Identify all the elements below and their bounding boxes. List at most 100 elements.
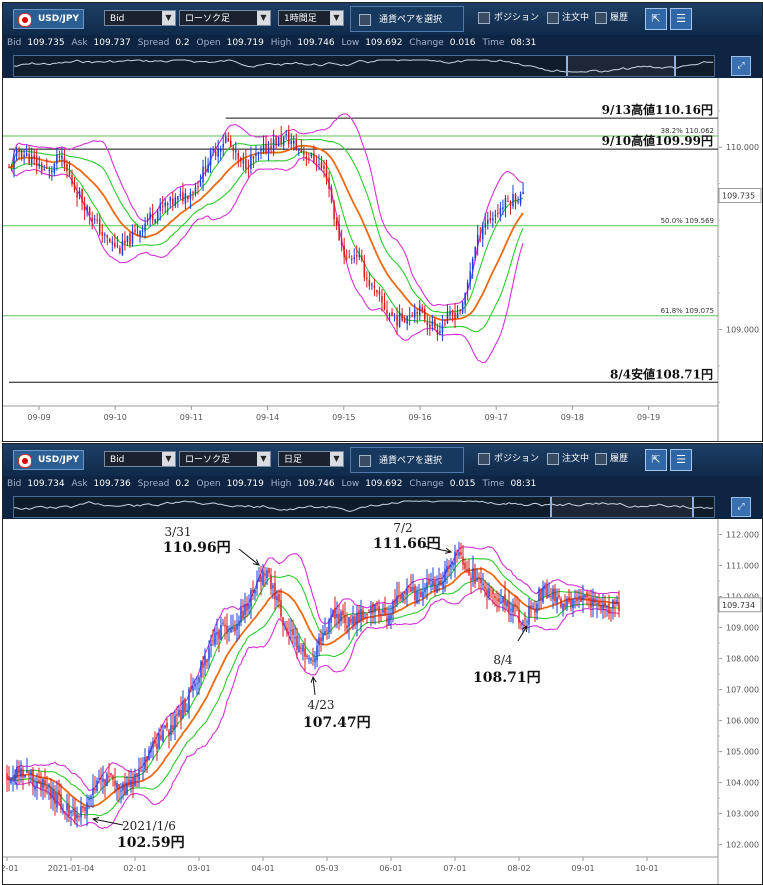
time-tick-label: 09-17 [485, 413, 508, 422]
ask-label: Ask [71, 479, 88, 489]
candle-body [566, 599, 568, 607]
candle-body [242, 610, 244, 618]
chart-type-select[interactable]: ローソク足 ▼ [179, 451, 271, 467]
candle-body [330, 188, 333, 203]
daily-candlestick-chart[interactable]: 112.000111.000110.000109.000108.000107.0… [3, 519, 762, 884]
timeframe-select[interactable]: 日足 ▼ [278, 451, 344, 467]
select-pair-button[interactable]: 通貨ペアを選択 [350, 6, 464, 32]
candle-body [560, 598, 562, 608]
history-checkbox[interactable] [595, 453, 607, 465]
time-tick-label: 2021-01-04 [48, 864, 95, 873]
hourly-chart-area[interactable]: 110.000 109.000 09-09 09-10 09-11 09-14 09-15 0… [3, 78, 762, 441]
candle-body [230, 627, 232, 633]
candle-body [550, 596, 552, 598]
candle-body [461, 302, 464, 313]
candle-body [196, 683, 198, 685]
navigator-track[interactable] [13, 496, 715, 518]
candle-body [56, 793, 58, 808]
candle-body [466, 568, 468, 570]
candle-body [518, 609, 520, 623]
candle-body [226, 625, 228, 634]
price-tick-label: 103.000 [726, 810, 759, 819]
price-type-select[interactable]: Bid ▼ [104, 451, 176, 467]
candle-body [252, 589, 254, 593]
candle-body [374, 604, 376, 612]
candle-body [490, 586, 492, 588]
candle-body [488, 588, 490, 597]
order-checkbox[interactable] [547, 453, 559, 465]
candle-body [140, 770, 142, 772]
candle-body [170, 724, 172, 736]
change-label: Change [409, 479, 444, 489]
candle-body [207, 164, 209, 173]
chart-type-select[interactable]: ローソク足 ▼ [179, 10, 271, 26]
chart-settings-icon[interactable]: ☰ [670, 8, 692, 30]
candle-body [428, 579, 430, 585]
history-label: 履歴 [610, 13, 629, 23]
candle-body [218, 630, 220, 640]
candle-body [592, 598, 594, 607]
candle-body [116, 782, 118, 789]
chart-export-icon[interactable]: ⇱ [645, 8, 667, 30]
order-checkbox[interactable] [547, 12, 559, 24]
navigator-thumb[interactable] [566, 56, 676, 76]
candle-body [568, 596, 570, 603]
chart-settings-icon[interactable]: ☰ [670, 449, 692, 471]
zoom-reset-icon[interactable]: ⤢ [731, 56, 751, 76]
candle-body [255, 153, 257, 157]
candle-body [594, 598, 596, 603]
price-type-select[interactable]: Bid ▼ [104, 10, 176, 26]
select-pair-button[interactable]: 通貨ペアを選択 [350, 447, 464, 473]
navigator-thumb[interactable] [550, 497, 694, 517]
timeframe-select[interactable]: 1時間足 ▼ [278, 10, 344, 26]
candle-body [444, 568, 446, 583]
annotation-date: 3/31 [165, 525, 192, 539]
candle-body [343, 245, 345, 257]
candle-body [56, 154, 58, 164]
candle-body [364, 617, 366, 619]
candle-body [383, 302, 386, 310]
candle-body [348, 617, 350, 627]
position-checkbox[interactable] [478, 12, 490, 24]
candle-body [522, 192, 524, 195]
time-label: Time [482, 479, 505, 489]
annotation-date: 8/4 [493, 653, 513, 667]
hourly-candlestick-chart[interactable]: 110.000 109.000 09-09 09-10 09-11 09-14 09-15 0… [3, 78, 762, 441]
candle-body [400, 594, 402, 600]
candle-body [177, 196, 179, 200]
zoom-reset-icon[interactable]: ⤢ [731, 497, 751, 517]
symbol-button[interactable]: USD/JPY [13, 9, 85, 29]
candle-body [340, 611, 342, 622]
time-tick-label: 02-01 [123, 864, 146, 873]
candle-body [470, 577, 472, 581]
candle-body [131, 231, 134, 244]
candle-body [46, 786, 48, 790]
navigator-track[interactable] [13, 55, 715, 77]
candle-body [372, 603, 374, 614]
candle-body [454, 551, 456, 565]
candle-body [10, 778, 12, 783]
candle-body [150, 747, 152, 752]
symbol-button[interactable]: USD/JPY [13, 450, 85, 470]
candle-body [514, 603, 516, 607]
candle-body [84, 806, 86, 811]
candle-body [280, 600, 282, 617]
position-label: ポジション [494, 13, 540, 23]
candle-body [159, 204, 161, 212]
select-pair-label: 通貨ペアを選択 [379, 15, 443, 25]
timeframe-value: 1時間足 [284, 14, 317, 24]
candle-body [504, 594, 506, 606]
open-value: 109.719 [226, 38, 264, 48]
daily-chart-area[interactable]: 112.000 111.000 110.000 109.000 108.000 107.0… [3, 519, 762, 884]
position-checkbox[interactable] [478, 453, 490, 465]
history-checkbox[interactable] [595, 12, 607, 24]
candle-body [164, 725, 166, 729]
annotation-arrow [238, 548, 260, 566]
candle-body [434, 319, 436, 329]
candle-body [616, 600, 618, 604]
candle-body [122, 783, 124, 791]
chart-export-icon[interactable]: ⇱ [645, 449, 667, 471]
candle-body [119, 247, 121, 254]
candle-body [51, 170, 53, 173]
candle-body [497, 212, 499, 214]
